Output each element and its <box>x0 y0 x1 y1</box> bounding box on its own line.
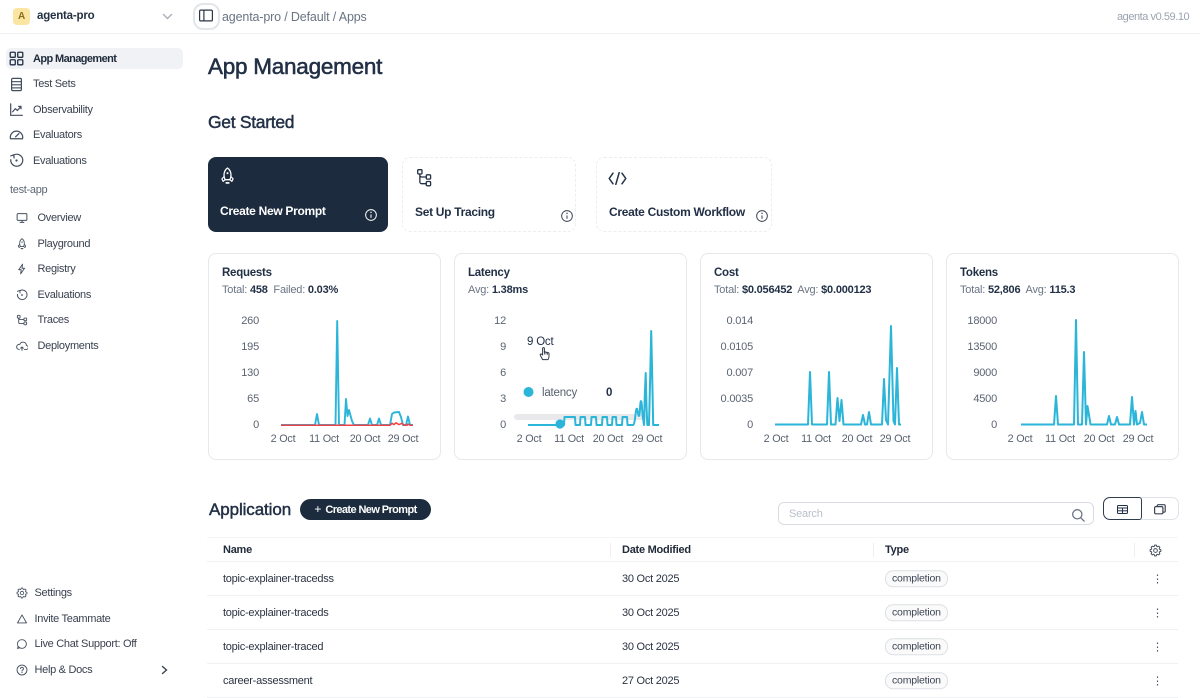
svg-text:260: 260 <box>241 315 259 327</box>
svg-text:0: 0 <box>606 387 612 399</box>
svg-text:0.007: 0.007 <box>726 367 753 379</box>
svg-text:0: 0 <box>500 419 506 431</box>
svg-text:13500: 13500 <box>967 341 997 353</box>
svg-text:11 Oct: 11 Oct <box>309 433 339 445</box>
svg-text:195: 195 <box>241 341 259 353</box>
svg-text:20 Oct: 20 Oct <box>842 433 873 445</box>
svg-text:0.0035: 0.0035 <box>721 393 754 405</box>
svg-text:11 Oct: 11 Oct <box>554 433 584 445</box>
svg-text:9000: 9000 <box>973 367 997 379</box>
svg-text:2 Oct: 2 Oct <box>517 433 542 445</box>
svg-text:9: 9 <box>500 341 506 353</box>
svg-text:12: 12 <box>494 315 506 327</box>
svg-text:2 Oct: 2 Oct <box>271 433 296 445</box>
svg-text:130: 130 <box>241 367 259 379</box>
svg-text:0: 0 <box>253 419 259 431</box>
svg-text:latency: latency <box>542 387 577 399</box>
svg-text:29 Oct: 29 Oct <box>388 433 419 445</box>
svg-text:0: 0 <box>747 419 753 431</box>
svg-text:20 Oct: 20 Oct <box>1084 433 1115 445</box>
svg-text:18000: 18000 <box>967 315 997 327</box>
svg-text:29 Oct: 29 Oct <box>632 433 663 445</box>
svg-text:29 Oct: 29 Oct <box>880 433 911 445</box>
svg-text:2 Oct: 2 Oct <box>1008 433 1033 445</box>
svg-text:20 Oct: 20 Oct <box>593 433 624 445</box>
svg-text:29 Oct: 29 Oct <box>1123 433 1154 445</box>
svg-text:20 Oct: 20 Oct <box>350 433 381 445</box>
svg-text:0.0105: 0.0105 <box>721 341 754 353</box>
svg-text:3: 3 <box>500 393 506 405</box>
svg-text:65: 65 <box>247 393 259 405</box>
svg-text:4500: 4500 <box>973 393 997 405</box>
svg-text:6: 6 <box>500 367 506 379</box>
svg-text:11 Oct: 11 Oct <box>801 433 831 445</box>
svg-text:11 Oct: 11 Oct <box>1045 433 1075 445</box>
svg-text:0: 0 <box>991 419 997 431</box>
svg-text:2 Oct: 2 Oct <box>764 433 789 445</box>
svg-text:0.014: 0.014 <box>726 315 753 327</box>
svg-text:9 Oct: 9 Oct <box>527 336 554 348</box>
